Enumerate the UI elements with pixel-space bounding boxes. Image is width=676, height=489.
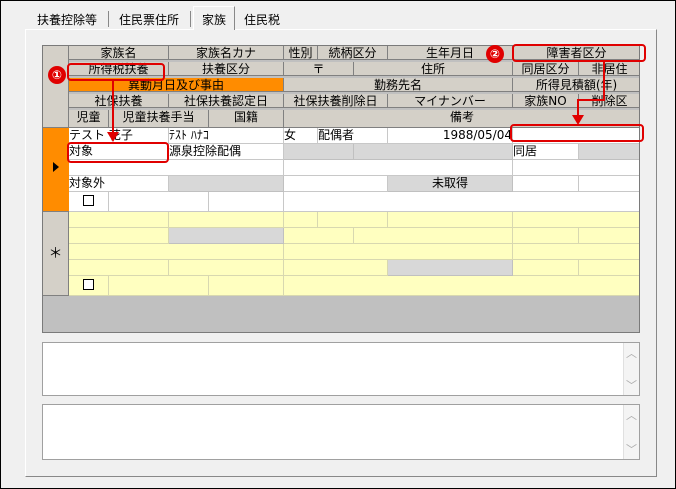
new-cell[interactable] [109, 276, 209, 296]
col-social-cert-date: 社保扶養認定日 [169, 94, 284, 108]
col-address: 住所 [354, 62, 513, 76]
col-family-name: 家族名 [69, 46, 169, 60]
cell-family-no[interactable] [513, 176, 579, 192]
cell-relation[interactable]: 配偶者 [318, 128, 388, 144]
col-child-allowance: 児童扶養手当 [109, 110, 209, 128]
cell-nonresident[interactable] [579, 144, 639, 160]
new-cell[interactable] [579, 228, 639, 244]
cell-gender[interactable]: 女 [284, 128, 318, 144]
cell-address[interactable] [354, 144, 513, 160]
memo-field-2[interactable]: ︿ ﹀ [42, 404, 640, 460]
current-row-selector[interactable] [43, 128, 69, 212]
new-cell[interactable] [284, 244, 513, 260]
child-checkbox[interactable] [83, 195, 94, 206]
col-nonresident: 非居住 [579, 62, 639, 76]
callout-badge-two: ② [486, 45, 504, 63]
new-cell[interactable] [513, 212, 639, 228]
tab-juminzei[interactable]: 住民税 [238, 9, 286, 29]
new-row-selector[interactable]: ＊ [43, 212, 69, 296]
col-family-kana: 家族名カナ [169, 46, 284, 60]
tab-juminhyo[interactable]: 住民票住所 [112, 9, 186, 29]
col-delete-flag: 削除区 [579, 94, 639, 108]
cell-remarks[interactable] [284, 192, 639, 212]
cell-dependent-type[interactable]: 源泉控除配偶 [169, 144, 284, 160]
col-postal: 〒 [284, 62, 354, 76]
col-social-delete-date: 社保扶養削除日 [284, 94, 388, 108]
col-gender: 性別 [284, 46, 318, 60]
col-mynumber: マイナンバー [388, 94, 513, 108]
callout-badge-one: ① [48, 66, 66, 84]
new-cell[interactable] [318, 212, 388, 228]
new-child-checkbox[interactable] [83, 279, 94, 290]
cell-social-cert-date[interactable] [169, 176, 284, 192]
new-cell[interactable] [354, 228, 513, 244]
new-cell[interactable] [69, 260, 169, 276]
new-cell[interactable] [169, 212, 284, 228]
new-cell[interactable] [169, 260, 284, 276]
new-cell[interactable] [513, 260, 579, 276]
tab-divider [108, 11, 109, 27]
highlight-income-tax-dependent-header [67, 63, 165, 81]
new-cell[interactable] [209, 276, 284, 296]
cell-mynumber[interactable]: 未取得 [388, 176, 513, 192]
cell-living[interactable]: 同居 [513, 144, 579, 160]
new-cell[interactable] [388, 260, 513, 276]
cell-birth[interactable]: 1988/05/04 [388, 128, 513, 144]
cell-social-dependent[interactable]: 対象外 [69, 176, 169, 192]
highlight-income-tax-dependent-cell [67, 142, 169, 163]
cell-income-estimate[interactable] [513, 160, 639, 176]
cell-nationality[interactable] [209, 192, 284, 212]
current-row-arrow-icon [53, 162, 59, 172]
col-living: 同居区分 [513, 62, 579, 76]
cell-child[interactable] [69, 192, 109, 212]
highlight-disability-cell [510, 124, 644, 142]
new-cell[interactable] [579, 260, 639, 276]
cell-delete-flag[interactable] [579, 176, 639, 192]
new-cell[interactable] [284, 260, 388, 276]
col-income-estimate: 所得見積額(年) [513, 78, 639, 92]
col-social-dependent: 社保扶養 [69, 94, 169, 108]
cell-workplace[interactable] [284, 160, 513, 176]
tab-divider [190, 11, 191, 27]
col-relation: 続柄区分 [318, 46, 388, 60]
cell-family-kana[interactable]: ﾃｽﾄ ﾊﾅｺ [169, 128, 284, 144]
new-cell[interactable] [284, 228, 354, 244]
new-cell[interactable] [69, 212, 169, 228]
highlight-disability-header [512, 44, 646, 62]
scroll-up-icon[interactable]: ︿ [626, 345, 637, 361]
cell-postal[interactable] [284, 144, 354, 160]
col-child: 児童 [69, 110, 109, 128]
new-cell[interactable] [284, 212, 318, 228]
col-family-no: 家族NO [513, 94, 579, 108]
new-cell[interactable] [388, 212, 513, 228]
new-cell[interactable] [284, 276, 639, 296]
col-workplace: 勤務先名 [284, 78, 513, 92]
cell-social-delete-date[interactable] [284, 176, 388, 192]
tab-fuyo-kojo[interactable]: 扶養控除等 [30, 9, 104, 29]
scroll-down-icon[interactable]: ﹀ [626, 441, 637, 457]
memo-2-scrollbar[interactable]: ︿ ﹀ [623, 405, 639, 459]
new-cell[interactable] [169, 228, 284, 244]
new-cell[interactable] [69, 244, 284, 260]
memo-field-1[interactable]: ︿ ﹀ [42, 342, 640, 396]
cell-child-allowance[interactable] [109, 192, 209, 212]
col-dependent-type: 扶養区分 [169, 62, 284, 76]
memo-1-scrollbar[interactable]: ︿ ﹀ [623, 343, 639, 395]
family-grid: ＊ 家族名 家族名カナ 性別 続柄区分 生年月日 障害者区分 所得税扶養 扶養区… [42, 45, 640, 333]
new-cell[interactable] [513, 228, 579, 244]
scroll-up-icon[interactable]: ︿ [626, 407, 637, 423]
new-cell[interactable] [513, 244, 639, 260]
scroll-down-icon[interactable]: ﹀ [626, 377, 637, 393]
col-nationality: 国籍 [209, 110, 284, 128]
new-cell[interactable] [69, 228, 169, 244]
new-cell[interactable] [69, 276, 109, 296]
tab-family[interactable]: 家族 [193, 6, 235, 30]
corner-cell [43, 46, 69, 128]
